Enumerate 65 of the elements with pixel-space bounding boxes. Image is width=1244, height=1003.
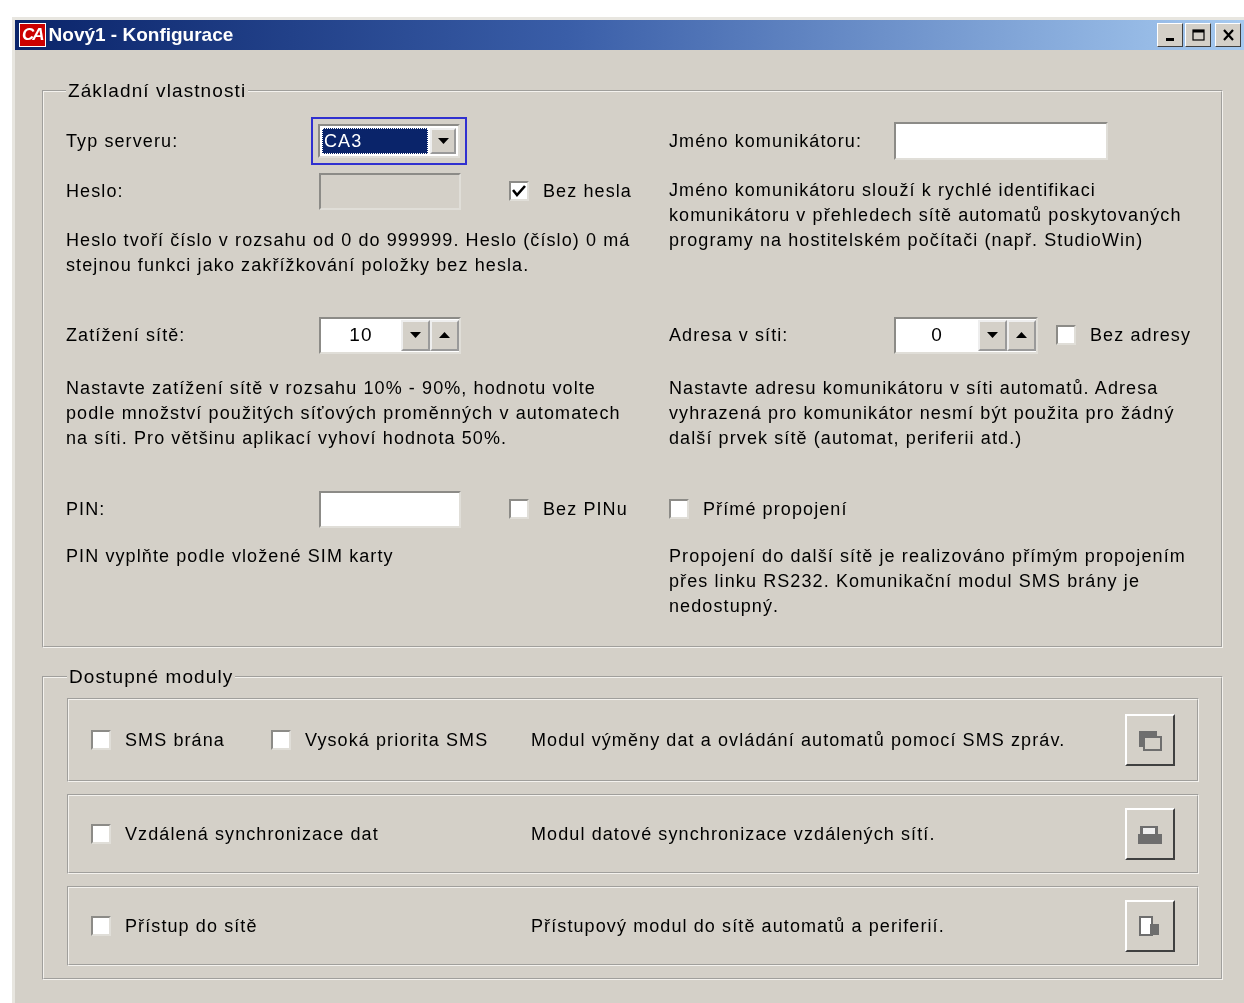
field-label: Jméno komunikátoru: <box>669 130 863 152</box>
app-logo: CA <box>19 23 46 47</box>
down-arrow-icon <box>987 332 998 338</box>
up-arrow-icon <box>1016 332 1027 338</box>
help-text: PIN vyplňte podle vložené SIM karty <box>66 545 395 568</box>
spin-down-button[interactable] <box>978 319 1007 351</box>
dropdown[interactable]: CA3 <box>318 124 460 158</box>
dropdown-button[interactable] <box>430 128 456 154</box>
module-description: Přístupový modul do sítě automatů a periferií. <box>531 915 946 937</box>
help-text: Nastavte zatížení sítě v rozsahu 10% - 90%, hodnotu volte podle množství použitých síťových proměnných v automatech na síti. Pro většinu aplikací vyhoví hodnota 50%. <box>66 377 622 450</box>
group-title: Základní vlastnosti <box>67 80 248 102</box>
field-label: Zatížení sítě: <box>66 324 187 346</box>
maximize-icon <box>1191 29 1205 41</box>
checkbox[interactable] <box>91 730 111 750</box>
number-spinner[interactable]: 10 <box>319 316 461 354</box>
checkbox[interactable] <box>509 499 529 519</box>
spin-up-button[interactable] <box>430 319 459 351</box>
checkbox-label: Vzdálená synchronizace dat <box>125 823 379 845</box>
caret-icon <box>437 138 449 144</box>
check-icon <box>512 185 526 197</box>
spinner-value: 0 <box>930 324 944 346</box>
spin-up-button[interactable] <box>1007 319 1036 351</box>
module-settings-button[interactable] <box>1125 714 1175 766</box>
checkbox-label: Bez PINu <box>543 498 628 520</box>
windows-icon <box>1138 729 1162 751</box>
checkbox-label: Bez hesla <box>543 180 632 202</box>
close-button[interactable] <box>1215 23 1241 47</box>
checkbox-label: SMS brána <box>125 729 225 751</box>
checkbox[interactable] <box>270 730 291 750</box>
field-label: Adresa v síti: <box>669 324 790 346</box>
help-text: Nastavte adresu komunikátoru v síti automatů. Adresa vyhrazená pro komunikátor nesmí být použita pro žádný další prvek sítě (automat, periferii atd.) <box>669 377 1176 450</box>
module-settings-button[interactable] <box>1125 900 1175 952</box>
field-label: Typ serveru: <box>66 130 180 152</box>
checkbox[interactable] <box>91 916 111 936</box>
document-icon <box>1138 915 1162 937</box>
checkbox[interactable] <box>91 824 111 844</box>
text-field[interactable] <box>894 122 1108 160</box>
pin-field[interactable] <box>319 490 461 528</box>
checkbox-label: Přístup do sítě <box>125 915 258 937</box>
dropdown-value: CA3 <box>322 128 428 154</box>
spin-down-button[interactable] <box>401 319 430 351</box>
checkbox-label: Vysoká priorita SMS <box>304 729 489 751</box>
module-description: Modul datové synchronizace vzdálených sítí. <box>531 823 937 845</box>
down-arrow-icon <box>410 332 421 338</box>
group-title: Dostupné moduly <box>68 666 235 688</box>
spinner-value: 10 <box>348 324 374 346</box>
up-arrow-icon <box>439 332 450 338</box>
checkbox[interactable] <box>669 499 689 519</box>
help-text: Jméno komunikátoru slouží k rychlé identifikaci komunikátoru v přehledech sítě automatů poskytovaných programy na hostitelském počítači (např. StudioWin) <box>669 179 1183 252</box>
minimize-icon <box>1166 37 1174 41</box>
field-label: PIN: <box>66 498 107 520</box>
minimize-button[interactable] <box>1157 23 1183 47</box>
module-description: Modul výměny dat a ovládání automatů pomocí SMS zpráv. <box>531 729 1067 751</box>
close-icon <box>1221 29 1235 41</box>
printer-icon <box>1138 823 1162 845</box>
window-title: Nový1 - Konfigurace <box>48 24 235 46</box>
checkbox[interactable] <box>1056 325 1076 345</box>
number-spinner[interactable]: 0 <box>894 316 1038 354</box>
checkbox-label: Přímé propojení <box>703 498 848 520</box>
help-text: Propojení do další sítě je realizováno přímým propojením přes linku RS232. Komunikační modul SMS brány je nedostupný. <box>669 545 1187 618</box>
maximize-button[interactable] <box>1185 23 1211 47</box>
help-text: Heslo tvoří číslo v rozsahu od 0 do 999999. Heslo (číslo) 0 má stejnou funkci jako zakřížkování položky bez hesla. <box>66 229 632 277</box>
module-settings-button[interactable] <box>1125 808 1175 860</box>
checkbox-label: Bez adresy <box>1090 324 1192 346</box>
field-label: Heslo: <box>66 180 125 202</box>
